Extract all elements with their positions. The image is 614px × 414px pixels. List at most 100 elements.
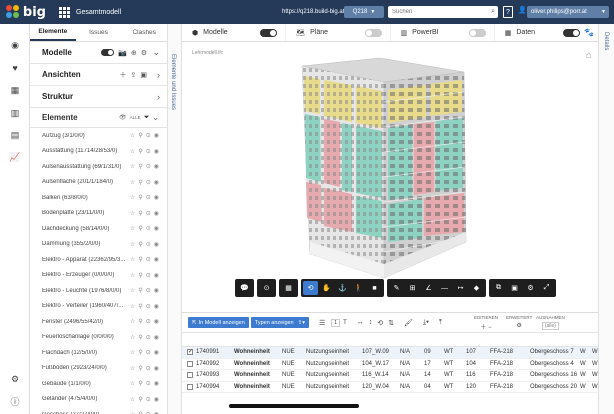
location-pin-icon[interactable]: ⚲	[138, 303, 142, 310]
table-row[interactable]: 1740993 Wohneinheit NUE Nutzungseinheit 116_…	[182, 370, 598, 382]
eye-icon[interactable]: ◉	[154, 318, 159, 325]
user-menu-button[interactable]: oliver.philips@porr.at ▼	[527, 6, 609, 18]
eye-icon[interactable]: 👁	[119, 114, 127, 121]
location-pin-icon[interactable]: ⚲	[138, 132, 142, 139]
arrow-icon[interactable]: ↦	[453, 281, 468, 295]
element-list-item[interactable]: Aufzug (3/1/0/0) ☆ ⚲ ⊙ ◉	[42, 128, 167, 144]
add-circle-icon[interactable]: ⊕	[131, 49, 137, 57]
location-pin-icon[interactable]: ⚲	[138, 225, 142, 232]
tab-elemente[interactable]: Elemente	[30, 24, 76, 41]
element-list-item[interactable]: Elektro - Leuchte (1976/8/0/0) ☆ ⚲ ⊙ ◉	[42, 283, 167, 299]
location-pin-icon[interactable]: ⚲	[138, 318, 142, 325]
info-circle-icon[interactable]: ⊙	[146, 163, 151, 170]
structure-icon[interactable]: ⧉	[491, 281, 506, 295]
star-icon[interactable]: ☆	[130, 132, 135, 139]
info-circle-icon[interactable]: ⊙	[146, 334, 151, 341]
info-circle-icon[interactable]: ⊙	[146, 303, 151, 310]
location-pin-icon[interactable]: ⚲	[138, 148, 142, 155]
camera-icon[interactable]: 📷	[118, 49, 127, 57]
search-box[interactable]: ⌕	[388, 6, 498, 18]
section-struktur[interactable]: Struktur ›	[30, 86, 167, 108]
brush-icon[interactable]: 🖌	[404, 319, 413, 327]
info-circle-icon[interactable]: ⊙	[146, 349, 151, 356]
paw-icon[interactable]: 🐾	[584, 28, 594, 37]
star-icon[interactable]: ☆	[130, 380, 135, 387]
info-circle-icon[interactable]: ⊙	[146, 148, 151, 155]
show-in-model-button[interactable]: ⇱ In Modell anzeigen	[188, 317, 249, 328]
info-circle-icon[interactable]: ⊙	[146, 365, 151, 372]
table-row[interactable]: 1740994 Wohneinheit NUE Nutzungseinheit 120_…	[182, 382, 598, 393]
chevron-down-icon[interactable]: ⌄	[152, 47, 160, 58]
location-pin-icon[interactable]: ⚲	[138, 256, 142, 263]
star-icon[interactable]: ☆	[130, 194, 135, 201]
star-icon[interactable]: ☆	[130, 334, 135, 341]
settings-icon[interactable]: ⚙	[141, 49, 147, 57]
star-icon[interactable]: ☆	[130, 225, 135, 232]
pencil-icon[interactable]: ✎	[389, 281, 404, 295]
mode-plaene[interactable]: 🗺 Pläne	[286, 24, 391, 41]
angle-icon[interactable]: ∠	[421, 281, 436, 295]
element-list-item[interactable]: Fenster (2496/55/42/0) ☆ ⚲ ⊙ ◉	[42, 314, 167, 330]
mode-powerbi[interactable]: ▥ PowerBI	[391, 24, 495, 41]
star-icon[interactable]: ☆	[130, 365, 135, 372]
section-elemente[interactable]: Elemente 👁 ALLE ⏷ ⌄	[30, 108, 167, 128]
info-icon[interactable]: ⓘ	[10, 396, 20, 407]
page-number[interactable]: 1	[331, 318, 341, 327]
anchor-icon[interactable]: ⚓	[335, 281, 350, 295]
location-pin-icon[interactable]: ⚲	[138, 349, 142, 356]
comment-icon[interactable]: 💬	[237, 281, 252, 295]
location-pin-icon[interactable]: ⚲	[138, 179, 142, 186]
section-modelle[interactable]: Modelle 📷 ⊕ ⚙ ⌄	[30, 42, 167, 64]
eye-icon[interactable]: ◉	[154, 287, 159, 294]
info-circle-icon[interactable]: ⊙	[146, 132, 151, 139]
remove-icon[interactable]: −	[488, 325, 492, 331]
element-list-item[interactable]: Außenausstattung (69/1/31/0) ☆ ⚲ ⊙ ◉	[42, 159, 167, 175]
eye-icon[interactable]: ◉	[154, 380, 159, 387]
eye-icon[interactable]: ◉	[154, 132, 159, 139]
building-model[interactable]	[182, 42, 598, 300]
element-list-item[interactable]: Außenfläche (201/1/184/0) ☆ ⚲ ⊙ ◉	[42, 175, 167, 191]
location-pin-icon[interactable]: ⚲	[138, 396, 142, 403]
info-circle-icon[interactable]: ⊙	[146, 179, 151, 186]
element-list-item[interactable]: Elektro - Erzeuger (0/0/0/0) ☆ ⚲ ⊙ ◉	[42, 268, 167, 284]
mode-daten[interactable]: ▦ Daten 🐾	[495, 24, 598, 41]
element-list-item[interactable]: Feuerlöschanlage (0/0/0/0) ☆ ⚲ ⊙ ◉	[42, 330, 167, 346]
eye-icon[interactable]: ◉	[154, 349, 159, 356]
star-icon[interactable]: ☆	[130, 163, 135, 170]
eye-icon[interactable]: ◉	[154, 179, 159, 186]
element-list-item[interactable]: Bodenplatte (23/11/0/0) ☆ ⚲ ⊙ ◉	[42, 206, 167, 222]
details-side-tab[interactable]: Details	[598, 24, 614, 414]
save-icon[interactable]: ▣	[140, 71, 147, 79]
star-icon[interactable]: ☆	[130, 256, 135, 263]
bar-chart-icon[interactable]: ▥	[10, 108, 20, 118]
chevron-right-icon[interactable]: ›	[157, 70, 160, 80]
eye-icon[interactable]: ◉	[154, 241, 159, 248]
info-circle-icon[interactable]: ⊙	[146, 225, 151, 232]
element-list-item[interactable]: Geländer (475/4/0/0) ☆ ⚲ ⊙ ◉	[42, 392, 167, 408]
settings-icon[interactable]: ⚙	[10, 374, 20, 384]
logo[interactable]: big	[6, 5, 46, 20]
alle-label[interactable]: ALLE	[130, 115, 141, 120]
star-icon[interactable]: ☆	[130, 287, 135, 294]
heart-icon[interactable]: ♥	[10, 63, 20, 73]
element-list-item[interactable]: Gebäude (1/1/0/0) ☆ ⚲ ⊙ ◉	[42, 376, 167, 392]
star-icon[interactable]: ☆	[130, 349, 135, 356]
resize-width-icon[interactable]: ↔	[357, 319, 364, 326]
star-icon[interactable]: ☆	[130, 241, 135, 248]
star-icon[interactable]: ☆	[130, 396, 135, 403]
orbit-icon[interactable]: ⟲	[303, 281, 318, 295]
location-pin-icon[interactable]: ⊙	[259, 281, 274, 295]
grid-icon[interactable]: ▦	[10, 85, 20, 95]
modelle-toggle[interactable]	[101, 49, 115, 56]
table-row[interactable]: 1740991 Wohneinheit NUE Nutzungseinheit 107_…	[182, 347, 598, 359]
star-icon[interactable]: ☆	[130, 318, 135, 325]
element-list-item[interactable]: Ausstattung (11714/28/53/0) ☆ ⚲ ⊙ ◉	[42, 144, 167, 160]
eye-icon[interactable]: ◉	[154, 303, 159, 310]
settings-icon[interactable]: ⚙	[523, 281, 538, 295]
mode-modelle[interactable]: ⬢ Modelle	[182, 24, 287, 41]
element-list-item[interactable]: Elektro - Verteiler (1960/407/... ☆ ⚲ ⊙ ◉	[42, 299, 167, 315]
section-ansichten[interactable]: Ansichten ＋ ⇪ ▣ ›	[30, 64, 167, 86]
search-input[interactable]	[392, 9, 482, 15]
add-icon[interactable]: ＋	[480, 325, 486, 331]
eye-icon[interactable]: ◉	[154, 334, 159, 341]
